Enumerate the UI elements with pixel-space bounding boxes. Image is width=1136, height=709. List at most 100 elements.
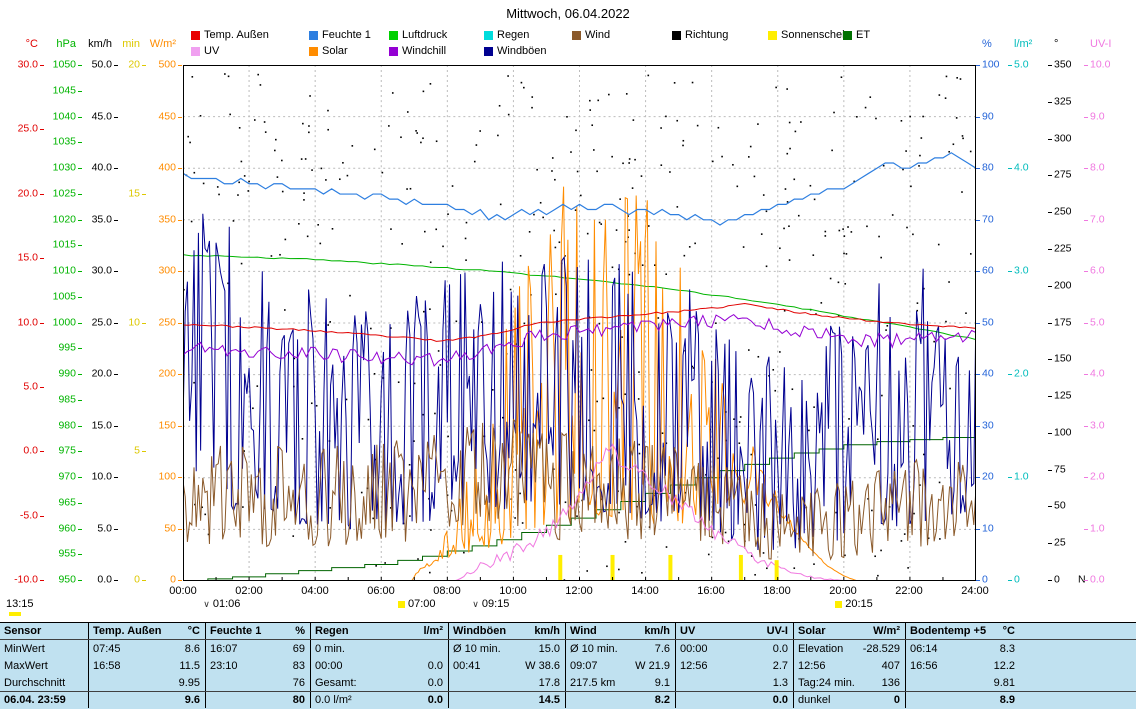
astro-marker-13-15: 13:15 [6, 598, 34, 610]
axis-tick-label-wm2: 300 [144, 266, 176, 277]
stats-sub-label: 07:45 [93, 643, 121, 655]
legend-item-regen: Regen [484, 29, 572, 41]
axis-tick-label-uvi: 10.0 [1090, 60, 1120, 71]
stats-col-header-windb-en: Windböenkm/h [448, 623, 565, 639]
stats-filler [1020, 623, 1136, 639]
stats-sub-label: Elevation [798, 643, 843, 655]
legend-label: Regen [497, 29, 529, 41]
axis-tick-label-min: 0 [116, 575, 140, 586]
axis-tick-label-kmh: 50.0 [78, 60, 112, 71]
legend-label: Richtung [685, 29, 728, 41]
stats-cell-regen-min: 0 min. [310, 640, 448, 657]
axis-tick-label-hpa: 970 [42, 472, 76, 483]
chart-plot-area[interactable] [183, 65, 976, 581]
axis-tick-label-hpa: 995 [42, 343, 76, 354]
stats-row-label: MaxWert [4, 660, 48, 672]
axis-tick-label-temp: 15.0 [4, 253, 38, 264]
axis-tick-label-min: 20 [116, 60, 140, 71]
axis-tick-label-hpa: 965 [42, 497, 76, 508]
axis-tick-label-lpm2: 3.0 [1014, 266, 1042, 277]
stats-cell-solar-min: Elevation-28.529 [793, 640, 905, 657]
axis-tick-pct [976, 168, 980, 169]
x-axis-label: 16:00 [693, 585, 729, 597]
axis-tick-min [142, 451, 146, 452]
axis-tick-pct [976, 323, 980, 324]
axis-unit-pct: % [982, 38, 1008, 50]
stats-row-label: MinWert [4, 643, 45, 655]
axis-tick-uvi [1084, 580, 1088, 581]
sun-down-icon [835, 601, 842, 608]
axis-tick-label-deg: 200 [1054, 280, 1078, 291]
axis-tick-label-hpa: 1035 [42, 137, 76, 148]
stats-value: 14.5 [539, 694, 560, 706]
stats-cell-uv-avg: 1.3 [675, 674, 793, 691]
axis-tick-hpa [78, 451, 82, 452]
astro-time-label: 01:06 [213, 598, 241, 610]
stats-header-row: SensorTemp. Außen°CFeuchte 1%Regenl/m²Wi… [0, 623, 1136, 640]
stats-cell-temp-au-en-min: 07:458.6 [88, 640, 205, 657]
axis-tick-label-hpa: 1005 [42, 291, 76, 302]
legend-swatch-uv-icon [191, 47, 200, 56]
sun-up-icon [398, 601, 405, 608]
stats-cell-temp-au-en-cur: 9.6 [88, 692, 205, 708]
legend-label: ET [856, 29, 870, 41]
axis-tick-label-pct: 90 [982, 111, 1008, 122]
axis-tick-label-uvi: 0.0 [1090, 575, 1120, 586]
axis-tick-deg [1048, 102, 1052, 103]
stats-value: 9.95 [179, 677, 200, 689]
x-axis-label: 14:00 [627, 585, 663, 597]
stats-sub-label: 00:41 [453, 660, 481, 672]
legend-swatch-richtung-icon [672, 31, 681, 40]
axis-tick-uvi [1084, 426, 1088, 427]
axis-tick-lpm2 [1008, 168, 1012, 169]
stats-col-header-wind: Windkm/h [565, 623, 675, 639]
stats-col-name: Solar [798, 625, 826, 637]
stats-row-label-cell: MaxWert [0, 657, 88, 674]
axis-unit-uvi: UV-I [1090, 38, 1120, 50]
axis-tick-label-hpa: 960 [42, 523, 76, 534]
stats-col-unit: °C [1003, 625, 1015, 637]
axis-tick-deg [1048, 323, 1052, 324]
stats-row-label: 06.04. 23:59 [4, 694, 66, 706]
stats-value: 9.1 [655, 677, 670, 689]
legend-item-luftdruck: Luftdruck [389, 29, 484, 41]
axis-tick-min [142, 194, 146, 195]
stats-value: 1.3 [773, 677, 788, 689]
axis-tick-uvi [1084, 323, 1088, 324]
chart-title: Mittwoch, 06.04.2022 [0, 6, 1136, 21]
axis-tick-label-deg: 275 [1054, 170, 1078, 181]
axis-tick-label-hpa: 990 [42, 369, 76, 380]
x-axis-label: 00:00 [165, 585, 201, 597]
legend-swatch-regen-icon [484, 31, 493, 40]
stats-value: 0.0 [428, 694, 443, 706]
axis-tick-label-pct: 100 [982, 60, 1008, 71]
stats-sub-label: 12:56 [680, 660, 708, 672]
axis-tick-hpa [78, 400, 82, 401]
stats-cell-wind-avg: 217.5 km9.1 [565, 674, 675, 691]
stats-corner-label: Sensor [4, 625, 41, 637]
stats-row-label-cell: 06.04. 23:59 [0, 692, 88, 708]
axis-tick-uvi [1084, 220, 1088, 221]
axis-tick-pct [976, 65, 980, 66]
stats-value: 76 [293, 677, 305, 689]
axis-tick-deg [1048, 286, 1052, 287]
axis-tick-label-wm2: 0 [144, 575, 176, 586]
stats-value: W 21.9 [635, 660, 670, 672]
axis-tick-label-kmh: 35.0 [78, 214, 112, 225]
axis-tick-hpa [78, 91, 82, 92]
stats-cell-wind-min: Ø 10 min.7.6 [565, 640, 675, 657]
astro-time-label: 13:15 [6, 598, 34, 610]
legend-swatch-temp-au-en-icon [191, 31, 200, 40]
axis-tick-label-uvi: 6.0 [1090, 266, 1120, 277]
axis-tick-label-hpa: 980 [42, 420, 76, 431]
axis-tick-hpa [78, 348, 82, 349]
axis-tick-label-hpa: 975 [42, 446, 76, 457]
axis-tick-label-hpa: 955 [42, 549, 76, 560]
axis-tick-label-pct: 20 [982, 472, 1008, 483]
axis-tick-label-kmh: 25.0 [78, 317, 112, 328]
axis-tick-label-min: 5 [116, 446, 140, 457]
axis-tick-label-min: 10 [116, 317, 140, 328]
axis-tick-label-kmh: 15.0 [78, 420, 112, 431]
axis-unit-wm2: W/m² [144, 38, 176, 50]
stats-cell-uv-cur: 0.0 [675, 692, 793, 708]
